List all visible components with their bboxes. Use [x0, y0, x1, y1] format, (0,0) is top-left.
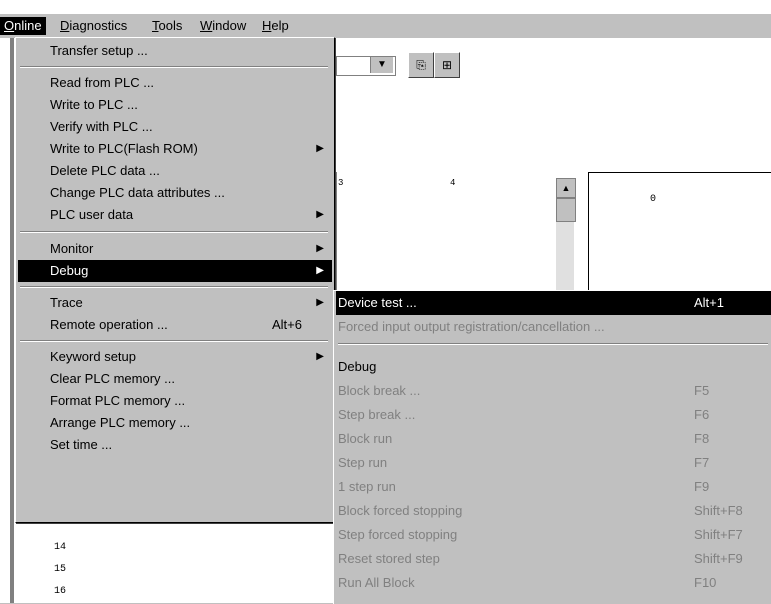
title-area [0, 0, 771, 14]
shortcut-label: F10 [694, 575, 717, 590]
shortcut-label: F5 [694, 383, 710, 398]
submenu-item-step-forced-stopping[interactable]: Step forced stopping Shift+F7 [336, 523, 771, 547]
submenu-arrow-icon: ▶ [316, 243, 324, 254]
row-number: 15 [54, 564, 67, 575]
menu-separator [20, 340, 328, 342]
menu-item-clear-plc-memory[interactable]: Clear PLC memory ... [18, 368, 332, 390]
window-frame [10, 38, 14, 603]
menu-separator [338, 343, 768, 345]
shortcut-label: F6 [694, 407, 710, 422]
submenu-item-forced-io[interactable]: Forced input output registration/cancell… [336, 315, 771, 339]
submenu-arrow-icon: ▶ [316, 209, 324, 220]
menu-item-read-from-plc[interactable]: Read from PLC ... [18, 72, 332, 94]
tree-icon[interactable]: ⊞ [434, 52, 460, 78]
shortcut-label: F9 [694, 479, 710, 494]
shortcut-label: Shift+F7 [694, 527, 743, 542]
shortcut-label: F7 [694, 455, 710, 470]
menu-item-keyword-setup[interactable]: Keyword setup ▶ [18, 346, 332, 368]
submenu-arrow-icon: ▶ [316, 265, 324, 276]
submenu-arrow-icon: ▶ [316, 143, 324, 154]
menu-item-debug[interactable]: Debug ▶ [18, 260, 332, 282]
menu-online[interactable]: Online [0, 17, 46, 35]
row-number: 14 [54, 542, 67, 553]
menu-separator [20, 231, 328, 233]
menu-item-transfer-setup[interactable]: Transfer setup ... [18, 40, 332, 62]
shortcut-label: Alt+6 [272, 317, 302, 332]
submenu-item-block-break[interactable]: Block break ... F5 [336, 379, 771, 403]
dropdown-arrow-icon[interactable]: ▼ [370, 57, 393, 73]
menu-item-arrange-plc-memory[interactable]: Arrange PLC memory ... [18, 412, 332, 434]
online-menu: Transfer setup ... Read from PLC ... Wri… [15, 37, 335, 523]
submenu-item-block-run[interactable]: Block run F8 [336, 427, 771, 451]
menu-item-verify-with-plc[interactable]: Verify with PLC ... [18, 116, 332, 138]
menu-item-plc-user-data[interactable]: PLC user data ▶ [18, 204, 332, 226]
shortcut-label: Shift+F8 [694, 503, 743, 518]
column-header: 3 [338, 178, 344, 188]
submenu-item-block-forced-stopping[interactable]: Block forced stopping Shift+F8 [336, 499, 771, 523]
menu-item-write-flash-rom[interactable]: Write to PLC(Flash ROM) ▶ [18, 138, 332, 160]
menu-item-remote-operation[interactable]: Remote operation ... Alt+6 [18, 314, 332, 336]
scroll-thumb[interactable] [556, 198, 576, 222]
shortcut-label: Alt+1 [694, 295, 724, 310]
column-header: 4 [450, 178, 456, 188]
shortcut-label: Shift+F9 [694, 551, 743, 566]
submenu-item-device-test[interactable]: Device test ... Alt+1 [336, 291, 771, 315]
submenu-item-1-step-run[interactable]: 1 step run F9 [336, 475, 771, 499]
submenu-arrow-icon: ▶ [316, 297, 324, 308]
submenu-item-reset-stored-step[interactable]: Reset stored step Shift+F9 [336, 547, 771, 571]
zoom-icon[interactable]: ⎘ [408, 52, 434, 78]
scroll-up-icon[interactable]: ▲ [556, 178, 576, 198]
shortcut-label: F8 [694, 431, 710, 446]
debug-submenu: Device test ... Alt+1 Forced input output… [333, 290, 771, 604]
menu-diagnostics[interactable]: Diagnostics [56, 17, 131, 35]
submenu-heading-debug: Debug [338, 359, 377, 374]
menu-item-write-to-plc[interactable]: Write to PLC ... [18, 94, 332, 116]
menu-item-format-plc-memory[interactable]: Format PLC memory ... [18, 390, 332, 412]
menu-tools[interactable]: Tools [148, 17, 186, 35]
submenu-item-step-run[interactable]: Step run F7 [336, 451, 771, 475]
submenu-item-step-break[interactable]: Step break ... F6 [336, 403, 771, 427]
menu-bar: Online Diagnostics Tools Window Help [0, 14, 771, 38]
menu-item-monitor[interactable]: Monitor ▶ [18, 238, 332, 260]
device-value: 0 [650, 194, 657, 205]
menu-window[interactable]: Window [196, 17, 250, 35]
submenu-item-run-all-block[interactable]: Run All Block F10 [336, 571, 771, 595]
row-number: 16 [54, 586, 67, 597]
menu-item-trace[interactable]: Trace ▶ [18, 292, 332, 314]
submenu-arrow-icon: ▶ [316, 351, 324, 362]
menu-separator [20, 66, 328, 68]
menu-item-delete-plc-data[interactable]: Delete PLC data ... [18, 160, 332, 182]
menu-item-change-attributes[interactable]: Change PLC data attributes ... [18, 182, 332, 204]
menu-separator [20, 286, 328, 288]
menu-help[interactable]: Help [258, 17, 293, 35]
menu-item-set-time[interactable]: Set time ... [18, 434, 332, 456]
